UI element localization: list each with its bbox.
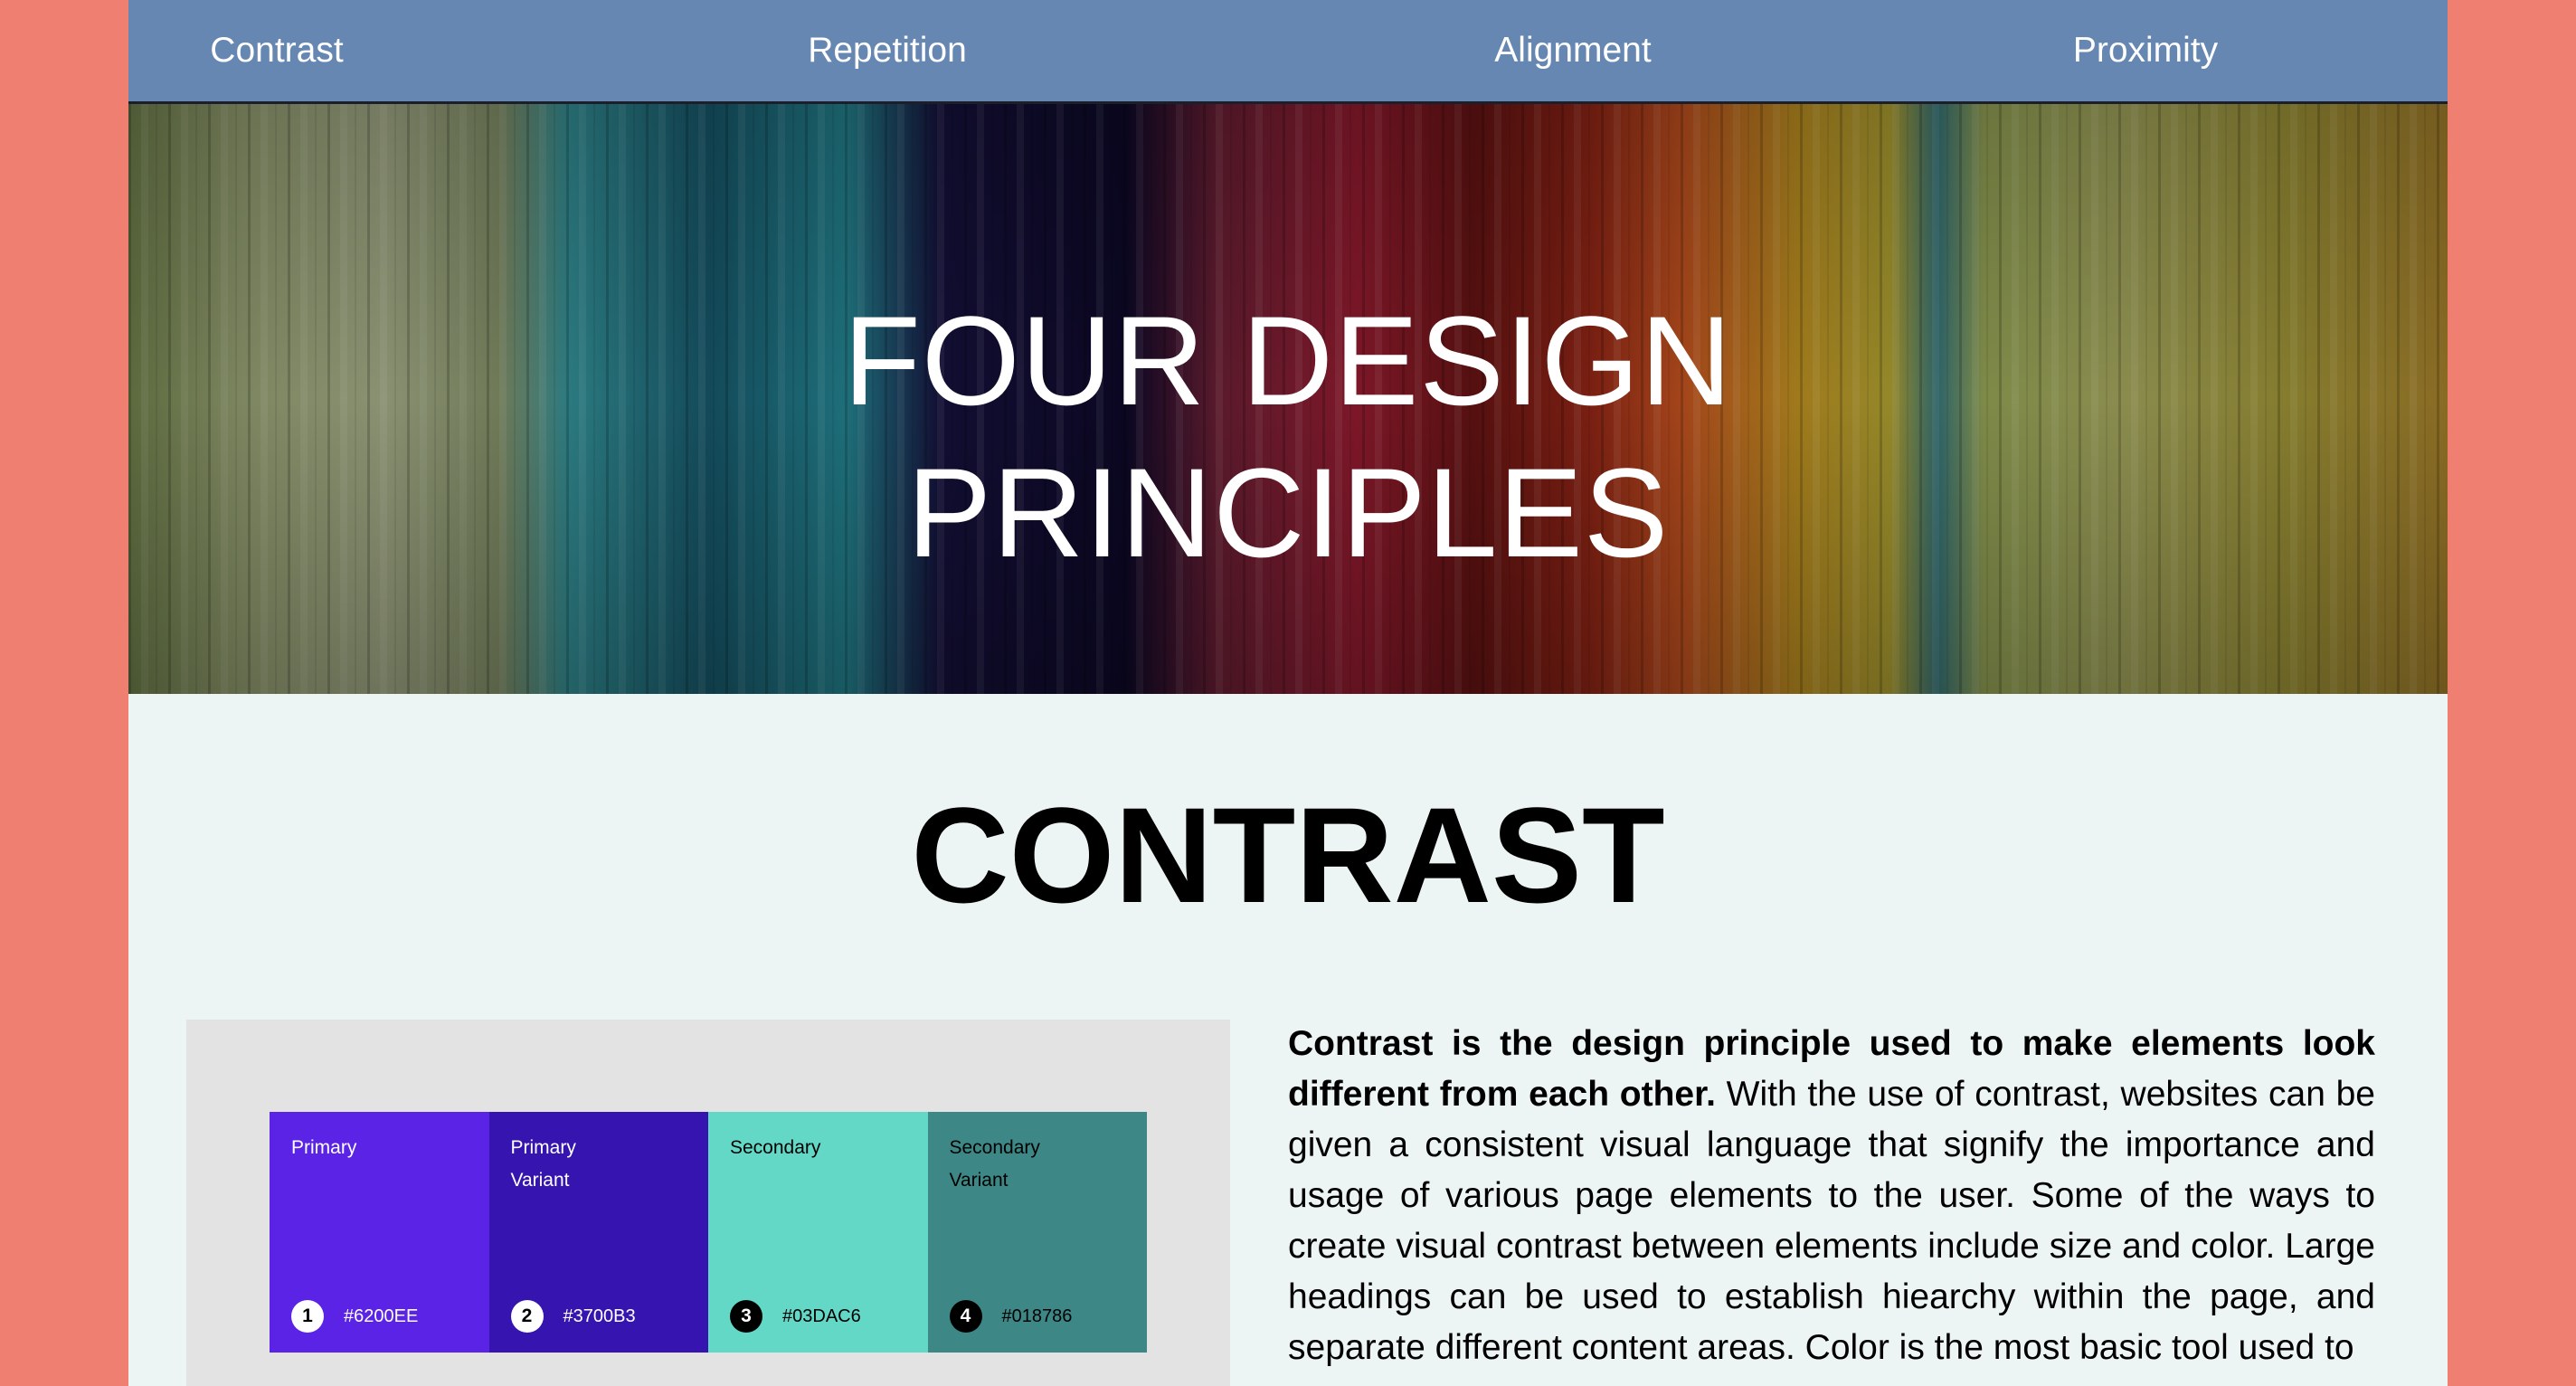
swatch-name: Primary Variant [510, 1137, 576, 1191]
color-swatch: Secondary Variant 4 #018786 [927, 1112, 1147, 1353]
swatch-footer: 2 #3700B3 [510, 1300, 636, 1333]
top-navigation: Contrast Repetition Alignment Proximity [128, 0, 2448, 104]
nav-link-alignment[interactable]: Alignment [1392, 0, 1754, 101]
nav-link-proximity[interactable]: Proximity [1965, 0, 2326, 101]
contrast-body-text: With the use of contrast, websites can b… [1288, 1075, 2375, 1367]
nav-link-contrast[interactable]: Contrast [128, 0, 425, 101]
swatch-footer: 1 #6200EE [291, 1300, 418, 1333]
contrast-description: Contrast is the design principle used to… [1288, 1019, 2375, 1373]
swatch-hex-code: #018786 [1001, 1305, 1073, 1326]
color-swatch: Secondary 3 #03DAC6 [708, 1112, 928, 1353]
swatch-number-badge: 4 [949, 1300, 982, 1333]
hero-title: FOUR DESIGN PRINCIPLES [128, 285, 2448, 589]
swatch-name: Primary [291, 1137, 357, 1158]
swatch-number-badge: 3 [730, 1300, 762, 1333]
hero-banner: FOUR DESIGN PRINCIPLES [128, 104, 2448, 694]
swatch-footer: 4 #018786 [949, 1300, 1073, 1333]
color-swatches: Primary 1 #6200EE Primary Variant 2 #3700B3 Se… [270, 1112, 1147, 1353]
color-palette-image: Primary 1 #6200EE Primary Variant 2 #3700B3 Se… [186, 1020, 1230, 1386]
nav-link-repetition[interactable]: Repetition [697, 0, 1077, 101]
swatch-name: Secondary [730, 1137, 821, 1158]
swatch-number-badge: 1 [291, 1300, 324, 1333]
color-swatch: Primary Variant 2 #3700B3 [488, 1112, 708, 1353]
swatch-hex-code: #03DAC6 [782, 1305, 861, 1326]
color-swatch: Primary 1 #6200EE [270, 1112, 489, 1353]
swatch-name: Secondary Variant [949, 1137, 1040, 1191]
swatch-hex-code: #6200EE [344, 1305, 419, 1326]
swatch-hex-code: #3700B3 [563, 1305, 636, 1326]
swatch-number-badge: 2 [510, 1300, 544, 1333]
page-container: Contrast Repetition Alignment Proximity [128, 0, 2448, 1386]
hero-title-line-1: FOUR DESIGN [843, 290, 1733, 432]
swatch-footer: 3 #03DAC6 [730, 1300, 861, 1333]
hero-title-line-2: PRINCIPLES [906, 441, 1670, 584]
section-title-contrast: CONTRAST [911, 779, 1665, 931]
